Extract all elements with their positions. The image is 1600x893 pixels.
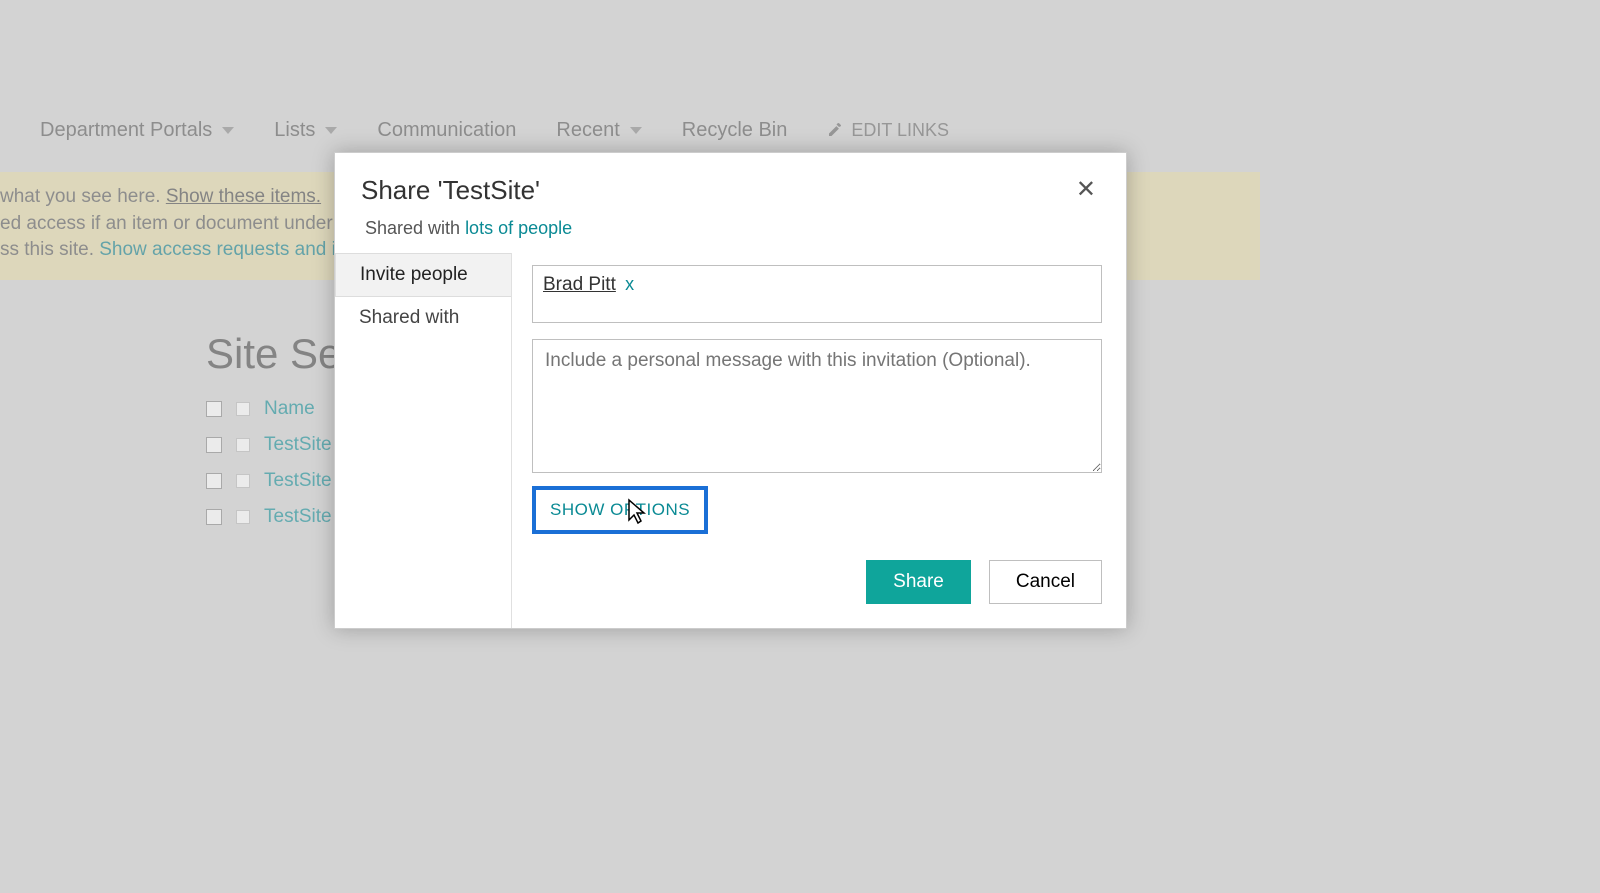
dialog-body: Invite people Shared with Brad Pitt x SH… [335, 253, 1126, 628]
personal-message-input[interactable] [532, 339, 1102, 473]
shared-with-summary: Shared with lots of people [335, 206, 1126, 253]
dialog-tabs: Invite people Shared with [335, 253, 512, 628]
close-icon[interactable]: ✕ [1072, 175, 1100, 204]
tab-invite-people[interactable]: Invite people [335, 253, 511, 297]
tab-shared-with[interactable]: Shared with [335, 297, 511, 339]
share-button[interactable]: Share [866, 560, 971, 604]
people-picker-input[interactable]: Brad Pitt x [532, 265, 1102, 323]
dialog-header: Share 'TestSite' ✕ [335, 153, 1126, 206]
shared-prefix: Shared with [365, 218, 465, 238]
cancel-button[interactable]: Cancel [989, 560, 1102, 604]
dialog-buttons: Share Cancel [532, 560, 1102, 604]
show-options-highlight: SHOW OPTIONS [532, 486, 708, 534]
show-options-link[interactable]: SHOW OPTIONS [550, 500, 690, 519]
people-chip-name: Brad Pitt [543, 274, 616, 295]
lots-of-people-link[interactable]: lots of people [465, 218, 572, 238]
invite-pane: Brad Pitt x SHOW OPTIONS Share Cancel [512, 253, 1126, 628]
share-dialog: Share 'TestSite' ✕ Shared with lots of p… [334, 152, 1127, 629]
remove-chip-icon[interactable]: x [625, 274, 634, 294]
page-background: Department Portals Lists Communication R… [0, 0, 1600, 893]
dialog-title: Share 'TestSite' [361, 175, 540, 206]
